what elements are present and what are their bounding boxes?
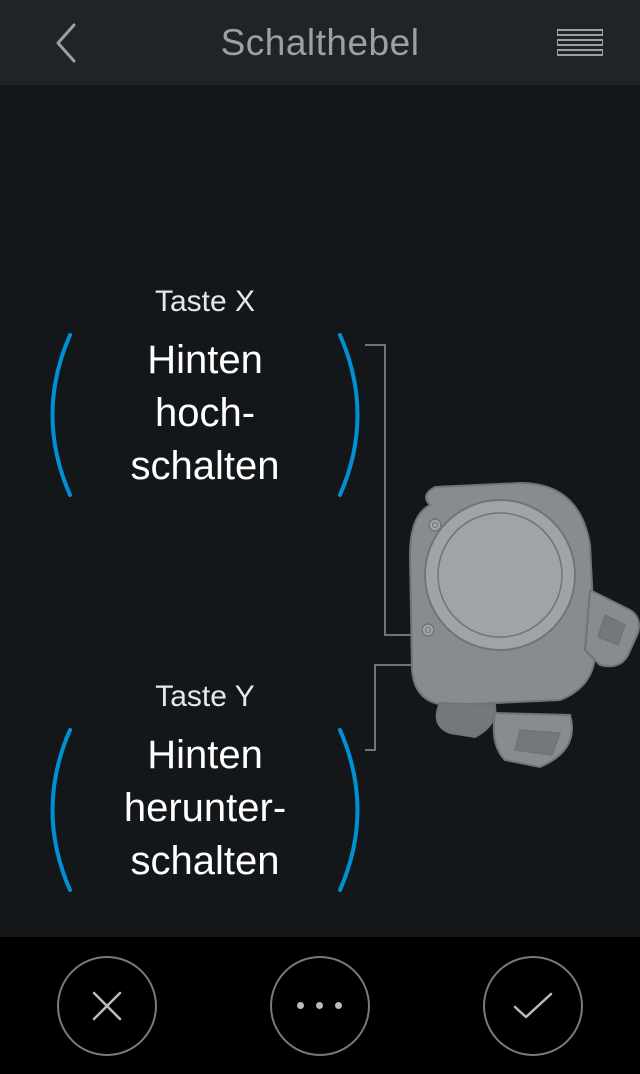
page-title: Schalthebel <box>221 22 420 64</box>
cancel-button[interactable] <box>57 956 157 1056</box>
menu-icon <box>557 28 603 58</box>
button-x-action: Hinten hoch- schalten <box>45 334 365 492</box>
button-y-block[interactable]: Taste Y Hinten herunter- schalten <box>45 680 365 887</box>
footer-bar <box>0 937 640 1074</box>
more-button[interactable] <box>270 956 370 1056</box>
shifter-illustration <box>380 475 640 785</box>
check-icon <box>511 989 555 1023</box>
content-area: Taste X Hinten hoch- schalten Taste Y Hi… <box>0 85 640 937</box>
button-y-action: Hinten herunter- schalten <box>45 729 365 887</box>
button-x-label: Taste X <box>45 285 365 319</box>
header-bar: Schalthebel <box>0 0 640 85</box>
menu-button[interactable] <box>555 23 605 63</box>
back-button[interactable] <box>45 18 85 68</box>
confirm-button[interactable] <box>483 956 583 1056</box>
more-icon <box>297 1002 342 1009</box>
close-icon <box>89 988 125 1024</box>
button-x-block[interactable]: Taste X Hinten hoch- schalten <box>45 285 365 492</box>
button-y-label: Taste Y <box>45 680 365 714</box>
chevron-left-icon <box>53 22 77 64</box>
